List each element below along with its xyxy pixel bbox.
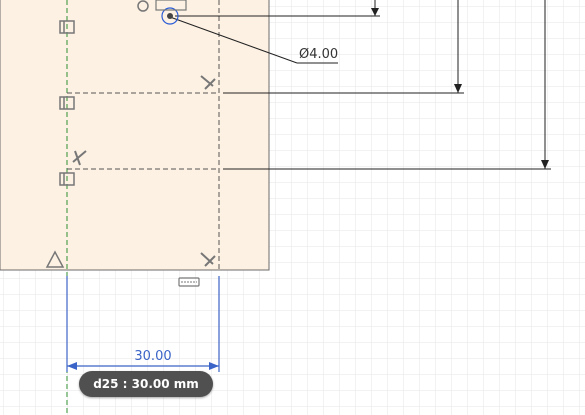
width-dimension-label[interactable]: 30.00 [134,349,171,364]
dimension-tooltip: d25 : 30.00 mm [79,371,213,397]
hole-diameter-label[interactable]: Ø4.00 [299,47,338,62]
sketch-canvas[interactable]: Ø4.00 30.00 [0,0,585,415]
sketch-profile[interactable] [0,0,270,271]
